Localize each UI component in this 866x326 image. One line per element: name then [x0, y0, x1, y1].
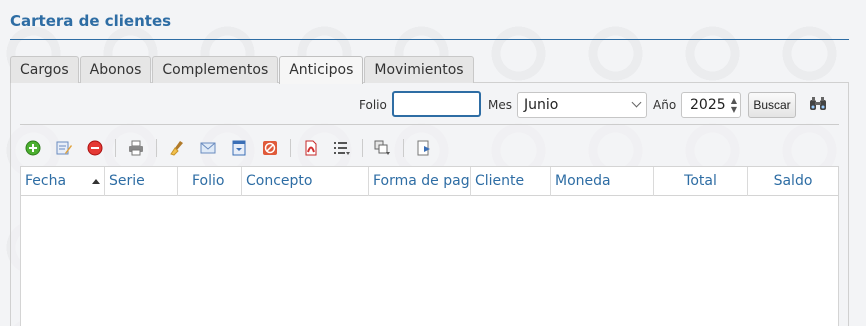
tab-complementos[interactable]: Complementos [152, 56, 279, 83]
data-grid: Fecha Serie Folio Concepto Forma de pag … [20, 166, 839, 326]
column-header-concepto[interactable]: Concepto [242, 167, 369, 196]
pdf-icon[interactable] [300, 137, 322, 159]
download-icon[interactable] [228, 137, 250, 159]
toolbar-separator [290, 139, 291, 157]
toolbar-separator [362, 139, 363, 157]
column-header-label: Forma de pag [373, 173, 470, 189]
export-icon[interactable] [413, 137, 435, 159]
column-header-cliente[interactable]: Cliente [471, 167, 551, 196]
filter-bar: Folio Mes Junio Año 2025 ▲ ▼ Buscar [0, 91, 866, 119]
column-header-fecha[interactable]: Fecha [21, 167, 105, 196]
column-header-label: Concepto [246, 173, 313, 189]
cancel-icon[interactable] [259, 137, 281, 159]
mes-label: Mes [488, 98, 512, 112]
column-header-label: Moneda [555, 173, 611, 189]
column-header-label: Folio [192, 173, 225, 189]
tab-movimientos[interactable]: Movimientos [364, 56, 474, 83]
mes-select-value: Junio [524, 97, 559, 113]
edit-icon[interactable] [53, 137, 75, 159]
tab-abonos[interactable]: Abonos [79, 56, 152, 83]
folio-input[interactable] [392, 91, 481, 117]
column-header-label: Cliente [475, 173, 525, 189]
mes-select[interactable]: Junio [517, 92, 647, 118]
column-header-moneda[interactable]: Moneda [551, 167, 654, 196]
print-icon[interactable] [125, 137, 147, 159]
column-header-serie[interactable]: Serie [105, 167, 178, 196]
column-header-forma-de-pago[interactable]: Forma de pag [369, 167, 471, 196]
column-header-label: Serie [109, 173, 145, 189]
page-title: Cartera de clientes [10, 12, 172, 30]
list-icon[interactable] [331, 137, 353, 159]
column-header-label: Total [684, 173, 717, 189]
column-header-total[interactable]: Total [654, 167, 748, 196]
column-header-label: Saldo [773, 173, 813, 189]
delete-icon[interactable] [84, 137, 106, 159]
column-header-folio[interactable]: Folio [178, 167, 242, 196]
binoculars-icon[interactable] [808, 94, 828, 114]
toolbar-separator [115, 139, 116, 157]
clean-icon[interactable] [166, 137, 188, 159]
anio-value: 2025 [690, 97, 726, 113]
grid-header: Fecha Serie Folio Concepto Forma de pag … [21, 167, 838, 196]
column-header-saldo[interactable]: Saldo [748, 167, 838, 196]
tab-cargos[interactable]: Cargos [10, 56, 79, 83]
divider [20, 124, 839, 125]
chevron-down-icon [631, 97, 642, 108]
buscar-button[interactable]: Buscar [748, 92, 796, 118]
column-header-label: Fecha [25, 173, 67, 189]
add-icon[interactable] [22, 137, 44, 159]
anio-spinner[interactable]: 2025 ▲ ▼ [681, 92, 741, 118]
toolbar [22, 137, 444, 159]
sort-ascending-icon [92, 179, 100, 184]
toolbar-separator [156, 139, 157, 157]
page-header: Cartera de clientes [10, 0, 849, 40]
folio-label: Folio [359, 98, 387, 112]
tab-anticipos[interactable]: Anticipos [279, 56, 364, 84]
tab-bar: Cargos Abonos Complementos Anticipos Mov… [10, 56, 475, 84]
spinner-arrows-icon[interactable]: ▲ ▼ [731, 96, 737, 114]
anio-label: Año [653, 98, 677, 112]
copy-icon[interactable] [372, 137, 394, 159]
email-icon[interactable] [197, 137, 219, 159]
toolbar-separator [403, 139, 404, 157]
